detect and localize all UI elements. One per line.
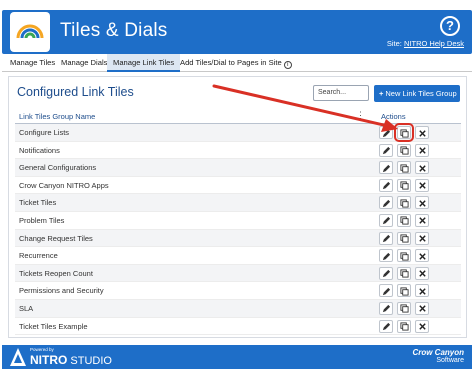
crow-canyon-logo: Crow Canyon Software: [412, 348, 464, 364]
search-input[interactable]: Search...: [313, 85, 369, 101]
group-name: Crow Canyon NITRO Apps: [19, 180, 109, 190]
table-row[interactable]: Ticket Tiles: [15, 194, 461, 212]
copy-icon[interactable]: [397, 143, 411, 157]
copy-icon[interactable]: [397, 319, 411, 333]
link-tiles-table: Link Tiles Group Name ⋮ Actions Configur…: [15, 110, 461, 336]
edit-icon[interactable]: [379, 284, 393, 298]
app-header: Tiles & Dials ? Site: NITRO Help Desk: [2, 10, 472, 54]
tab-bar: Manage Tiles Manage Dials Manage Link Ti…: [2, 54, 472, 72]
edit-icon[interactable]: [379, 231, 393, 245]
table-row[interactable]: Recurrence: [15, 247, 461, 265]
delete-icon[interactable]: [415, 143, 429, 157]
table-row[interactable]: Configure Lists: [15, 123, 461, 142]
column-header-actions: Actions: [381, 112, 406, 121]
delete-icon[interactable]: [415, 196, 429, 210]
tab-manage-link-tiles[interactable]: Manage Link Tiles: [107, 54, 181, 72]
nitro-icon: [10, 348, 26, 366]
site-link[interactable]: Site: NITRO Help Desk: [387, 39, 464, 48]
brand-bold: NITRO: [30, 353, 68, 367]
help-icon[interactable]: ?: [440, 16, 460, 36]
table-header: Link Tiles Group Name ⋮ Actions: [15, 110, 461, 124]
table-row[interactable]: Notifications: [15, 142, 461, 160]
delete-icon[interactable]: [415, 284, 429, 298]
new-link-tiles-group-button[interactable]: + New Link Tiles Group: [374, 85, 460, 102]
plus-icon: +: [379, 89, 384, 98]
column-header-name[interactable]: Link Tiles Group Name: [19, 112, 95, 121]
edit-icon[interactable]: [379, 319, 393, 333]
group-name: Ticket Tiles Example: [19, 321, 88, 331]
group-name: Recurrence: [19, 251, 58, 261]
group-name: Permissions and Security: [19, 286, 104, 296]
copy-icon[interactable]: [397, 213, 411, 227]
copy-icon[interactable]: [397, 301, 411, 315]
group-name: Notifications: [19, 145, 60, 155]
delete-icon[interactable]: [415, 249, 429, 263]
site-name-link[interactable]: NITRO Help Desk: [404, 39, 464, 48]
group-name: Change Request Tiles: [19, 233, 93, 243]
table-body: Configure Lists Notifications General Conf…: [15, 123, 461, 336]
nitro-studio-logo: Powered by NITRO STUDIO: [10, 347, 112, 371]
group-name: Ticket Tiles: [19, 198, 57, 208]
group-name: Tickets Reopen Count: [19, 268, 93, 278]
link-tiles-panel: Configured Link Tiles Search... + New Lin…: [8, 76, 467, 338]
copy-icon[interactable]: [397, 231, 411, 245]
edit-icon[interactable]: [379, 178, 393, 192]
company-name: Crow Canyon: [412, 348, 464, 357]
delete-icon[interactable]: [415, 161, 429, 175]
copy-icon[interactable]: [397, 284, 411, 298]
app-window: Tiles & Dials ? Site: NITRO Help Desk Ma…: [0, 0, 474, 376]
delete-icon[interactable]: [415, 126, 429, 139]
table-row[interactable]: SLA: [15, 299, 461, 318]
group-name: Problem Tiles: [19, 215, 65, 225]
tab-add-tiles-dial[interactable]: Add Tiles/Dial to Pages in Site i: [174, 54, 298, 72]
edit-icon[interactable]: [379, 161, 393, 175]
table-row[interactable]: Ticket Tiles Example: [15, 318, 461, 336]
column-menu-icon[interactable]: ⋮: [356, 110, 365, 121]
edit-icon[interactable]: [379, 213, 393, 227]
copy-icon[interactable]: [397, 161, 411, 175]
tab-manage-tiles[interactable]: Manage Tiles: [4, 54, 61, 72]
edit-icon[interactable]: [379, 126, 393, 139]
copy-icon[interactable]: [397, 196, 411, 210]
delete-icon[interactable]: [415, 319, 429, 333]
table-row[interactable]: Crow Canyon NITRO Apps: [15, 177, 461, 195]
app-footer: Powered by NITRO STUDIO Crow Canyon Soft…: [2, 345, 472, 369]
delete-icon[interactable]: [415, 178, 429, 192]
panel-title: Configured Link Tiles: [17, 85, 134, 99]
group-name: General Configurations: [19, 163, 97, 173]
table-row[interactable]: Problem Tiles: [15, 212, 461, 230]
group-name: Configure Lists: [19, 128, 70, 137]
tiles-dials-logo-icon: [10, 12, 50, 52]
new-button-label: New Link Tiles Group: [385, 89, 457, 98]
app-title: Tiles & Dials: [60, 20, 168, 41]
copy-icon[interactable]: [397, 266, 411, 280]
edit-icon[interactable]: [379, 196, 393, 210]
edit-icon[interactable]: [379, 301, 393, 315]
powered-by-label: Powered by: [30, 347, 54, 352]
edit-icon[interactable]: [379, 266, 393, 280]
table-row[interactable]: Change Request Tiles: [15, 229, 461, 248]
table-row[interactable]: General Configurations: [15, 159, 461, 177]
table-row[interactable]: Permissions and Security: [15, 282, 461, 300]
info-icon: i: [283, 61, 292, 69]
delete-icon[interactable]: [415, 231, 429, 245]
copy-icon[interactable]: [394, 123, 414, 142]
copy-icon[interactable]: [397, 178, 411, 192]
delete-icon[interactable]: [415, 213, 429, 227]
site-prefix: Site:: [386, 39, 402, 48]
copy-icon[interactable]: [397, 249, 411, 263]
tab-add-tiles-dial-label: Add Tiles/Dial to Pages in Site: [180, 58, 282, 67]
delete-icon[interactable]: [415, 266, 429, 280]
edit-icon[interactable]: [379, 249, 393, 263]
company-suffix: Software: [436, 357, 464, 364]
group-name: SLA: [19, 303, 34, 313]
edit-icon[interactable]: [379, 143, 393, 157]
tab-manage-dials[interactable]: Manage Dials: [55, 54, 113, 72]
brand-rest: STUDIO: [67, 355, 112, 367]
table-row[interactable]: Tickets Reopen Count: [15, 264, 461, 283]
delete-icon[interactable]: [415, 301, 429, 315]
